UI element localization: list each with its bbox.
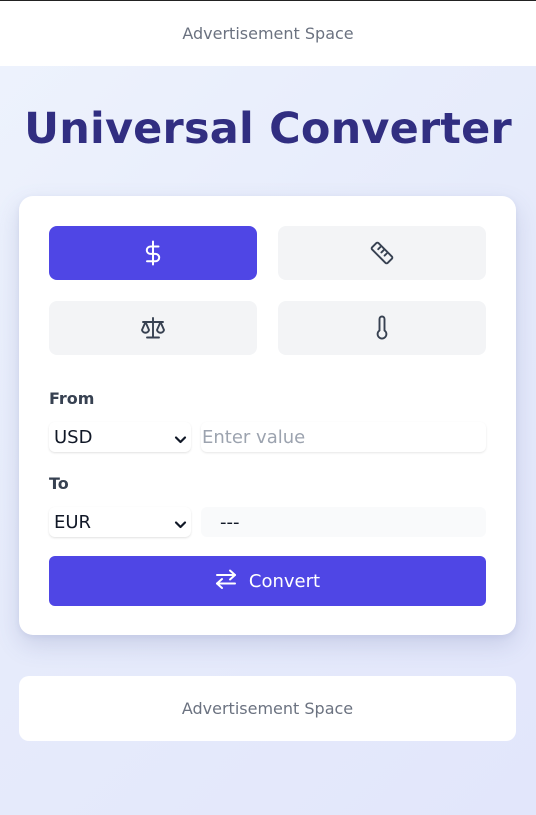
bottom-advertisement: Advertisement Space	[19, 676, 516, 741]
bottom-advertisement-label: Advertisement Space	[181, 699, 354, 718]
to-unit-value: EUR	[54, 511, 92, 533]
result-output: ---	[201, 507, 486, 537]
converter-card: From USD To EUR --- Conver	[19, 196, 516, 635]
to-label: To	[49, 474, 69, 493]
swap-arrows-icon	[215, 569, 237, 594]
length-category-button[interactable]	[278, 226, 486, 280]
chevron-down-icon	[174, 430, 187, 451]
currency-category-button[interactable]	[49, 226, 257, 280]
dollar-icon	[143, 240, 163, 266]
page-title: Universal Converter	[24, 104, 512, 154]
top-advertisement: Advertisement Space	[0, 0, 536, 66]
thermometer-icon	[375, 315, 389, 341]
scale-icon	[140, 316, 166, 340]
temperature-category-button[interactable]	[278, 301, 486, 355]
convert-button[interactable]: Convert	[49, 556, 486, 606]
to-unit-select[interactable]: EUR	[49, 507, 191, 537]
top-advertisement-label: Advertisement Space	[182, 24, 354, 43]
result-value: ---	[220, 511, 240, 533]
from-unit-value: USD	[54, 426, 93, 448]
from-label: From	[49, 389, 95, 408]
from-unit-select[interactable]: USD	[49, 422, 191, 452]
convert-button-label: Convert	[248, 570, 321, 592]
from-value-input[interactable]	[201, 422, 486, 452]
weight-category-button[interactable]	[49, 301, 257, 355]
chevron-down-icon	[174, 515, 187, 536]
ruler-icon	[369, 240, 395, 266]
